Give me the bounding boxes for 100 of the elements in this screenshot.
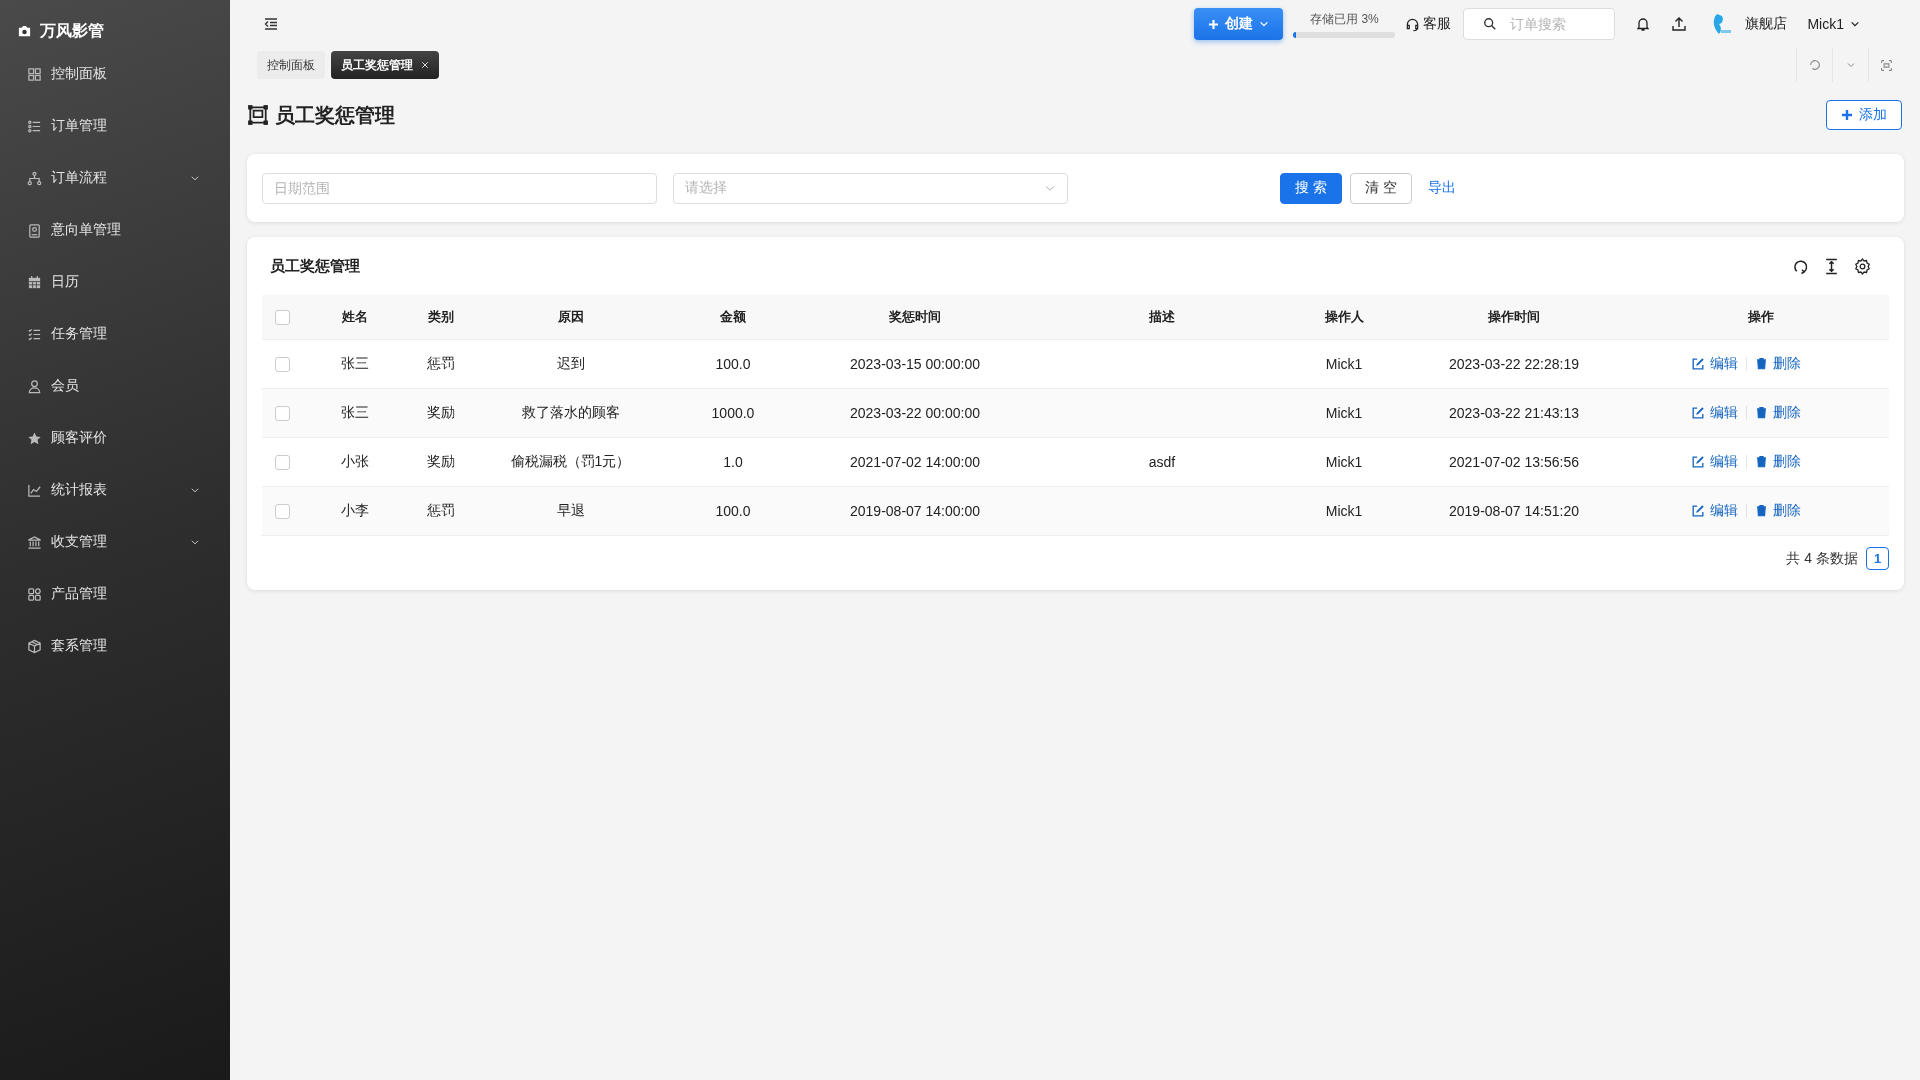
table-cell: Mick1 <box>1325 355 1363 372</box>
table-cell: 奖励 <box>426 403 455 420</box>
total-count: 共 4 条数据 <box>1786 549 1858 568</box>
table-cell: 小李 <box>341 501 369 518</box>
camera-icon <box>17 23 32 39</box>
user-menu[interactable]: Mick1 <box>1807 16 1860 32</box>
plus-icon <box>1208 18 1220 30</box>
table-cell: 救了落水的顾客 <box>521 403 620 420</box>
support-link[interactable]: 客服 <box>1405 15 1452 33</box>
search-button[interactable]: 搜 索 <box>1280 172 1342 204</box>
trash-icon <box>1754 357 1768 370</box>
fullscreen-icon[interactable] <box>1880 58 1893 72</box>
sidebar-item[interactable]: 任务管理 <box>0 308 230 360</box>
calendar-icon <box>27 274 42 290</box>
chevron-down-icon <box>190 485 200 495</box>
table-cell: Mick1 <box>1325 502 1363 519</box>
line-chart-icon <box>27 482 42 498</box>
sidebar-item[interactable]: 会员 <box>0 360 230 412</box>
column-header: 原因 <box>473 295 668 339</box>
chevron-down-icon <box>190 173 200 183</box>
checkbox[interactable] <box>274 503 290 519</box>
checkbox[interactable] <box>274 356 290 372</box>
clear-button[interactable]: 清 空 <box>1349 172 1412 204</box>
shop-name: 旗舰店 <box>1745 15 1788 33</box>
delete-link[interactable]: 删除 <box>1754 452 1801 471</box>
table-cell: 奖励 <box>426 452 455 469</box>
storage-label: 存储已用 3% <box>1310 10 1379 28</box>
date-range-field[interactable]: 日期范围 <box>262 172 657 204</box>
settings-icon[interactable] <box>1854 257 1871 275</box>
table-cell: 迟到 <box>556 354 585 371</box>
sidebar-item[interactable]: 意向单管理 <box>0 204 230 256</box>
frame-icon <box>247 104 269 126</box>
table-cell: 2023-03-22 00:00:00 <box>850 404 980 421</box>
table-cell: 1.0 <box>723 453 743 470</box>
sidebar-item[interactable]: 订单管理 <box>0 100 230 152</box>
table-cell: 2023-03-22 22:28:19 <box>1449 355 1579 372</box>
table-cell: 张三 <box>341 354 369 371</box>
menu-icon[interactable] <box>263 16 279 32</box>
table-cell: 惩罚 <box>426 354 455 371</box>
edit-link[interactable]: 编辑 <box>1690 501 1738 520</box>
table-cell: 小张 <box>341 452 369 469</box>
row-height-icon[interactable] <box>1823 257 1840 275</box>
column-header: 操作人 <box>1292 295 1396 339</box>
edit-link[interactable]: 编辑 <box>1690 354 1738 373</box>
edit-icon <box>1690 356 1705 371</box>
upload-icon[interactable] <box>1671 16 1688 32</box>
create-button[interactable]: 创建 <box>1194 8 1284 40</box>
table-cell: 2023-03-15 00:00:00 <box>850 355 980 372</box>
table-cell: asdf <box>1148 453 1176 470</box>
table-cell: 100.0 <box>715 502 751 519</box>
sidebar-item[interactable]: 日历 <box>0 256 230 308</box>
grid-icon <box>27 66 42 82</box>
sidebar-item[interactable]: 订单流程 <box>0 152 230 204</box>
table-cell: 2021-07-02 14:00:00 <box>850 453 980 470</box>
headset-icon <box>1405 16 1421 32</box>
hierarchy-icon <box>27 170 42 186</box>
delete-link[interactable]: 删除 <box>1754 501 1801 520</box>
add-button[interactable]: 添加 <box>1826 100 1902 130</box>
bell-icon[interactable] <box>1635 16 1652 32</box>
page-button[interactable]: 1 <box>1866 547 1889 570</box>
delete-link[interactable]: 删除 <box>1754 403 1801 422</box>
chevron-down-icon <box>1259 19 1270 29</box>
export-link[interactable]: 导出 <box>1427 179 1456 197</box>
star-icon <box>27 430 42 446</box>
sidebar-item[interactable]: 控制面板 <box>0 48 230 100</box>
tab[interactable]: 控制面板 <box>257 51 325 79</box>
edit-icon <box>1690 405 1705 420</box>
badge-icon <box>27 222 42 238</box>
list-icon <box>27 118 42 134</box>
search-field[interactable]: 订单搜索 <box>1463 8 1616 40</box>
apps-icon <box>27 586 42 602</box>
checkbox[interactable] <box>274 454 290 470</box>
table-title: 员工奖惩管理 <box>270 256 360 276</box>
close-icon[interactable] <box>421 61 429 69</box>
table-cell: 2019-08-07 14:00:00 <box>850 502 980 519</box>
sidebar-item[interactable]: 收支管理 <box>0 516 230 568</box>
delete-link[interactable]: 删除 <box>1754 354 1801 373</box>
trash-icon <box>1754 455 1768 468</box>
column-header: 操作 <box>1632 295 1889 339</box>
table-cell: 2023-03-22 21:43:13 <box>1449 404 1579 421</box>
bank-icon <box>27 534 42 550</box>
table-cell: 早退 <box>556 501 585 518</box>
column-header: 奖惩时间 <box>798 295 1032 339</box>
checklist-icon <box>27 326 42 342</box>
sidebar-item[interactable]: 统计报表 <box>0 464 230 516</box>
edit-link[interactable]: 编辑 <box>1690 452 1738 471</box>
sidebar-item[interactable]: 套系管理 <box>0 620 230 672</box>
table-cell: 2019-08-07 14:51:20 <box>1449 502 1579 519</box>
search-icon <box>1483 17 1498 31</box>
checkbox[interactable] <box>274 309 290 325</box>
sidebar-item[interactable]: 顾客评价 <box>0 412 230 464</box>
checkbox[interactable] <box>274 405 290 421</box>
tab[interactable]: 员工奖惩管理 <box>331 51 439 79</box>
refresh-icon[interactable] <box>1792 257 1809 275</box>
page-title: 员工奖惩管理 <box>275 102 395 128</box>
edit-link[interactable]: 编辑 <box>1690 403 1738 422</box>
table-cell: Mick1 <box>1325 404 1363 421</box>
column-header: 操作时间 <box>1396 295 1632 339</box>
column-header: 金额 <box>668 295 798 339</box>
sidebar-item[interactable]: 产品管理 <box>0 568 230 620</box>
